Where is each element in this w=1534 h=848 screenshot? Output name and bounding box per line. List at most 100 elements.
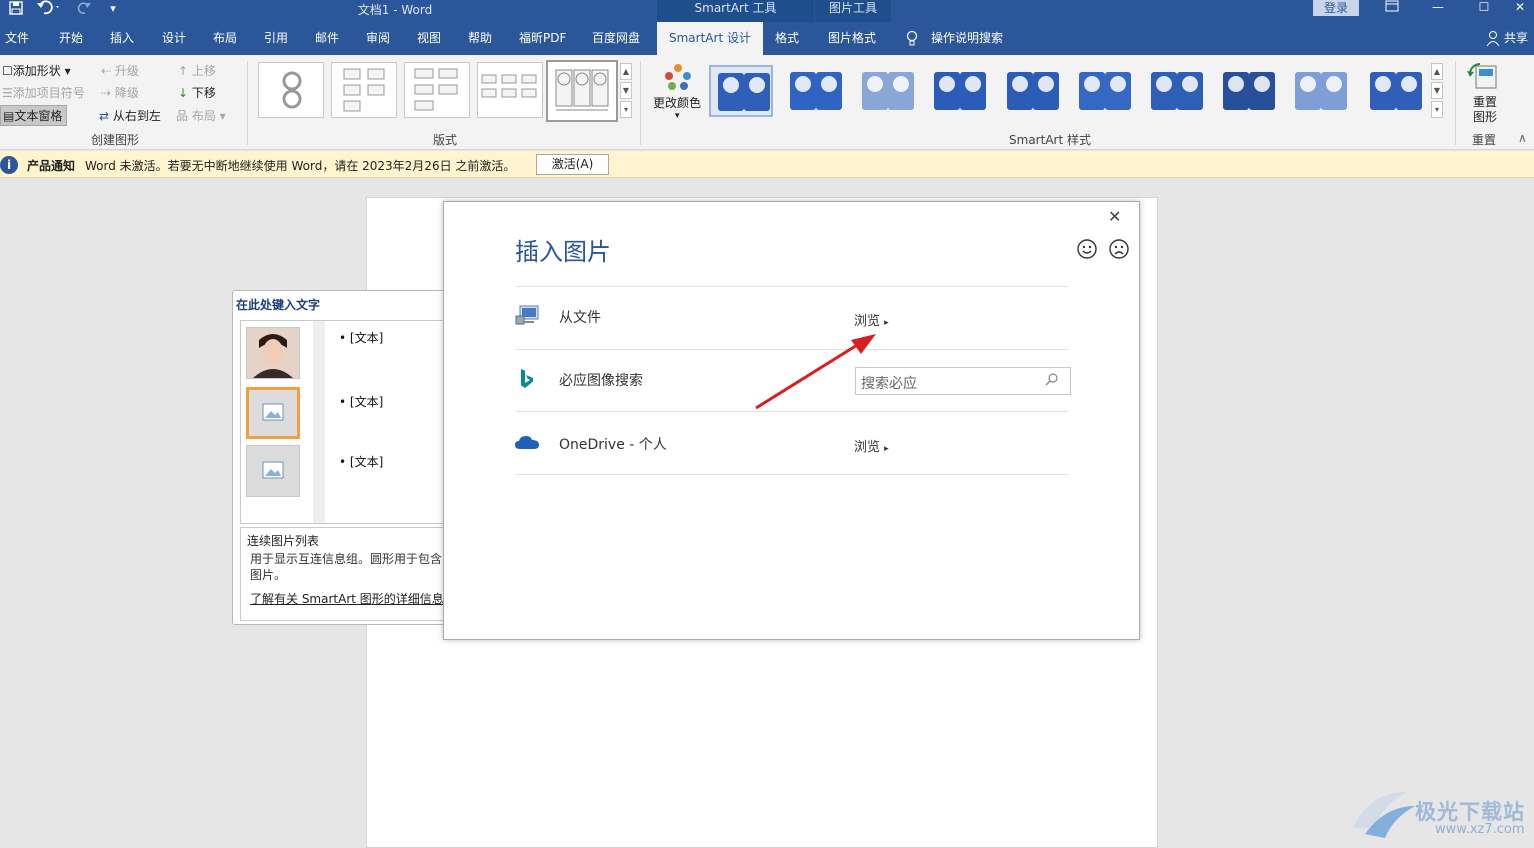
layouts-scroll-down-icon[interactable]: ▼: [620, 82, 632, 99]
layouts-more-icon[interactable]: ▾: [620, 101, 632, 118]
layout-thumb-3[interactable]: [404, 62, 470, 118]
arrow-up-icon: ↑: [178, 64, 192, 78]
style-card-shape: [816, 72, 842, 110]
add-bullet-button[interactable]: ☰添加项目符号: [2, 84, 85, 101]
style-card-shape: [888, 72, 914, 110]
from-file-browse-link[interactable]: 浏览 ▸: [854, 310, 889, 329]
text-pane-button[interactable]: ▤文本窗格: [0, 105, 68, 126]
window-title: 文档1 - Word: [357, 3, 433, 17]
tab-layout[interactable]: 布局: [213, 22, 237, 55]
tab-help[interactable]: 帮助: [468, 22, 492, 55]
layout-thumb-2[interactable]: [331, 62, 397, 118]
customize-icon[interactable]: ▾: [106, 0, 120, 18]
smartart-style-4[interactable]: [926, 65, 990, 117]
smartart-style-1[interactable]: [709, 65, 773, 117]
maximize-icon[interactable]: ☐: [1469, 0, 1499, 16]
tab-baidu-netdisk[interactable]: 百度网盘: [592, 22, 640, 55]
smartart-style-2[interactable]: [782, 65, 846, 117]
tab-file[interactable]: 文件: [5, 22, 29, 55]
style-card-circle: [821, 76, 837, 92]
person-photo-icon: [247, 328, 299, 378]
style-card-circle: [1156, 76, 1172, 92]
tab-foxit-pdf[interactable]: 福昕PDF: [519, 22, 566, 55]
layouts-scroll-up-icon[interactable]: ▲: [620, 63, 632, 80]
description-body: 用于显示互连信息组。圆形用于包含图片。: [250, 552, 443, 582]
text-pane-title: 在此处键入文字: [236, 298, 321, 312]
insert-picture-dialog: ✕ 插入图片 从文件 浏览 ▸ 必应图像搜索 搜索必应 OneDrive - 个…: [443, 201, 1140, 640]
tab-format[interactable]: 格式: [775, 22, 799, 55]
style-card-circle: [965, 76, 981, 92]
layout-thumb-1[interactable]: [258, 62, 324, 118]
style-card-shape: [1033, 72, 1059, 110]
ribbon-display-icon[interactable]: [1377, 0, 1407, 16]
text-pane-bullet[interactable]: • [文本]: [339, 329, 383, 346]
text-pane-bullet[interactable]: • [文本]: [339, 393, 383, 410]
undo-icon[interactable]: [34, 0, 64, 18]
styles-scroll-up-icon[interactable]: ▲: [1431, 63, 1443, 80]
smartart-style-9[interactable]: [1287, 65, 1351, 117]
tab-view[interactable]: 视图: [417, 22, 441, 55]
onedrive-label: OneDrive - 个人: [559, 437, 667, 453]
tab-smartart-design[interactable]: SmartArt 设计: [657, 22, 763, 55]
smartart-help-link[interactable]: 了解有关 SmartArt 图形的详细信息: [250, 590, 444, 607]
move-down-button[interactable]: ↓ 下移: [178, 84, 216, 101]
layout-button[interactable]: 品 布局 ▾: [176, 107, 226, 124]
text-pane-bullet[interactable]: • [文本]: [339, 453, 383, 470]
style-card-circle: [1084, 76, 1100, 92]
rtl-icon: ⇄: [99, 109, 113, 123]
share-button[interactable]: 共享: [1504, 22, 1528, 55]
smartart-style-7[interactable]: [1143, 65, 1207, 117]
move-up-button[interactable]: ↑ 上移: [178, 62, 216, 79]
add-shape-button[interactable]: ☐添加形状 ▾: [2, 62, 71, 79]
tab-references[interactable]: 引用: [264, 22, 288, 55]
smartart-style-10[interactable]: [1362, 65, 1426, 117]
tell-me-search[interactable]: 操作说明搜索: [931, 22, 1003, 55]
tab-review[interactable]: 审阅: [366, 22, 390, 55]
style-card-circle: [939, 76, 955, 92]
redo-icon[interactable]: [74, 0, 94, 18]
minimize-icon[interactable]: —: [1423, 0, 1453, 16]
activate-button[interactable]: 激活(A): [536, 154, 609, 175]
styles-scroll-down-icon[interactable]: ▼: [1431, 82, 1443, 99]
smartart-style-5[interactable]: [999, 65, 1063, 117]
smartart-style-3[interactable]: [854, 65, 918, 117]
search-icon[interactable]: [1045, 372, 1059, 391]
collapse-ribbon-icon[interactable]: ∧: [1518, 131, 1527, 145]
frown-icon[interactable]: [1108, 238, 1130, 263]
onedrive-browse-link[interactable]: 浏览 ▸: [854, 436, 889, 455]
rtl-button[interactable]: ⇄ 从右到左: [99, 107, 161, 124]
style-card-circle: [795, 76, 811, 92]
demote-button[interactable]: ⇢ 降级: [101, 84, 139, 101]
smile-icon[interactable]: [1076, 238, 1098, 263]
style-card-shape: [1105, 72, 1131, 110]
text-pane-description: 连续图片列表 用于显示互连信息组。圆形用于包含图片。 了解有关 SmartArt…: [240, 527, 452, 621]
smartart-style-6[interactable]: [1071, 65, 1135, 117]
reset-graphic-button[interactable]: 重置图形: [1462, 60, 1508, 126]
picture-placeholder-icon: [262, 403, 284, 421]
tab-home[interactable]: 开始: [59, 22, 83, 55]
save-icon[interactable]: [6, 0, 26, 18]
style-card-shape: [1321, 72, 1347, 110]
promote-button[interactable]: ⇠ 升级: [101, 62, 139, 79]
login-button[interactable]: 登录: [1313, 0, 1359, 16]
style-card-shape: [1223, 72, 1249, 110]
picture-thumb-1[interactable]: [246, 327, 300, 379]
picture-thumb-3[interactable]: [246, 445, 300, 497]
layout-thumb-4[interactable]: [477, 62, 543, 118]
tab-insert[interactable]: 插入: [110, 22, 134, 55]
style-card-circle: [893, 76, 909, 92]
close-icon[interactable]: ✕: [1108, 207, 1121, 226]
layout-thumb-selected[interactable]: [546, 60, 618, 122]
picture-thumb-2[interactable]: [246, 387, 300, 439]
change-colors-button[interactable]: 更改颜色 ▾: [652, 61, 704, 129]
bing-search-input[interactable]: 搜索必应: [855, 367, 1071, 395]
watermark-logo-icon: [1353, 792, 1415, 838]
smartart-text-pane: 在此处键入文字 • [文本] • [文本] • [文本] 连续图片列表 用于显示…: [232, 290, 452, 625]
styles-more-icon[interactable]: ▾: [1431, 101, 1443, 118]
tab-mailings[interactable]: 邮件: [315, 22, 339, 55]
tab-picture-format[interactable]: 图片格式: [828, 22, 876, 55]
person-icon: [1486, 22, 1502, 55]
close-window-icon[interactable]: ✕: [1505, 0, 1534, 16]
smartart-style-8[interactable]: [1215, 65, 1279, 117]
tab-design[interactable]: 设计: [162, 22, 186, 55]
